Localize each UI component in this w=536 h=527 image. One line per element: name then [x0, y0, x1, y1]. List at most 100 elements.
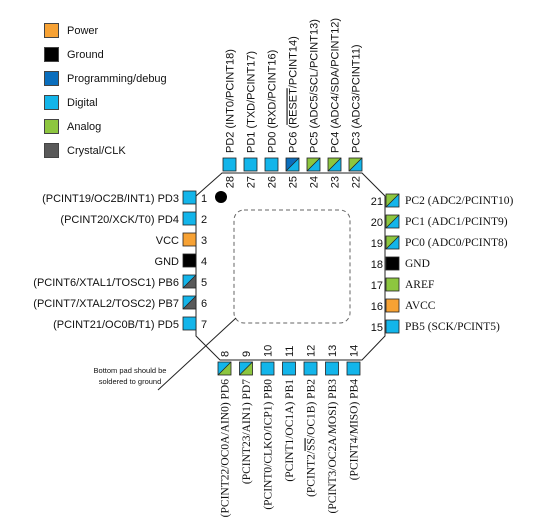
pin-number: 10	[263, 345, 275, 357]
overline-signal: RESET	[288, 88, 300, 125]
pin-number: 13	[327, 345, 339, 357]
overline-signal: SS	[306, 438, 318, 451]
pin-6: 6 (PCINT7/XTAL2/TOSC2) PB7	[33, 295, 207, 310]
pin-number: 3	[201, 235, 207, 247]
pin-12: 12 (PCINT2/SS/OC1B) PB2	[303, 345, 318, 497]
pin-5: 5 (PCINT6/XTAL1/TOSC1) PB6	[33, 274, 207, 289]
legend-label-analog: Analog	[67, 121, 101, 133]
pin-number: 5	[201, 277, 207, 289]
pin-22: 22 PC3 (ADC3/PCINT11)	[348, 44, 363, 188]
pin-label: (PCINT19/OC2B/INT1) PD3	[42, 193, 179, 205]
legend-label-ground: Ground	[67, 49, 104, 61]
legend: Power Ground Programming/debug Digital Analo…	[44, 23, 167, 158]
pin-number: 14	[349, 345, 361, 357]
pin-15: 15 PB5 (SCK/PCINT5)	[371, 319, 500, 334]
pin-label: PC4 (ADC4/SDA/PCINT12)	[330, 18, 342, 153]
legend-item-programming: Programming/debug	[44, 71, 167, 86]
legend-swatch-programming	[44, 71, 59, 86]
pin-label: VCC	[156, 235, 179, 247]
note-line-1: Bottom pad should be	[94, 366, 167, 375]
pin-pad-digital	[260, 361, 275, 376]
pin-label: PC5 (ADC5/SCL/PCINT13)	[309, 19, 321, 153]
pin-label: GND	[155, 256, 180, 268]
pin-number: 11	[284, 346, 296, 357]
pin-pad-digital	[325, 361, 339, 376]
pin-label: PD0 (RXD/PCINT16)	[267, 50, 279, 153]
legend-label-crystal: Crystal/CLK	[67, 145, 126, 157]
pinout-diagram: Power Ground Programming/debug Digital Analo…	[33, 18, 513, 518]
legend-item-digital: Digital	[44, 95, 98, 110]
pin-label: (PCINT22/OC0A/AIN0) PD6	[220, 379, 232, 518]
pin-label: (PCINT1/OC1A) PB1	[284, 379, 296, 482]
legend-item-analog: Analog	[44, 119, 101, 134]
legend-swatch-ground	[44, 47, 59, 62]
pin-label: PD2 (INT0/PCINT18)	[225, 49, 237, 153]
pin-number: 15	[371, 322, 383, 334]
pin-number: 25	[288, 176, 300, 188]
pin-label: PC1 (ADC1/PCINT9)	[405, 216, 508, 228]
pin-label: (PCINT21/OC0B/T1) PD5	[53, 319, 179, 331]
pin-number: 6	[201, 298, 207, 310]
pin-23: 23 PC4 (ADC4/SDA/PCINT12)	[327, 18, 342, 188]
pin-pad-digital	[282, 361, 296, 376]
pin-label: (PCINT7/XTAL2/TOSC2) PB7	[33, 298, 179, 310]
pin-9: 9 (PCINT23/AIN1) PD7	[239, 351, 253, 484]
pin-number: 24	[309, 176, 321, 188]
legend-label-power: Power	[67, 25, 99, 37]
pin-24: 24 PC5 (ADC5/SCL/PCINT13)	[306, 19, 321, 188]
pin-number: 4	[201, 256, 207, 268]
pin-number: 17	[371, 280, 383, 292]
note-line-2: soldered to ground	[99, 377, 162, 386]
legend-item-ground: Ground	[44, 47, 104, 62]
pin-number: 20	[371, 217, 383, 229]
pin-pad-digital	[182, 316, 197, 331]
pin-label: AREF	[405, 279, 434, 291]
pin-label: PC6 (RESET/PCINT14)	[288, 36, 300, 153]
pin-label: (PCINT6/XTAL1/TOSC1) PB6	[33, 277, 179, 289]
pin-number: 26	[267, 176, 279, 188]
pin-label: PC0 (ADC0/PCINT8)	[405, 237, 508, 249]
pin-label: (PCINT23/AIN1) PD7	[241, 379, 253, 484]
pin-pad-digital	[303, 361, 318, 376]
legend-item-crystal: Crystal/CLK	[44, 143, 126, 158]
pin-number: 7	[201, 319, 207, 331]
pin-27: 27 PD1 (TXD/PCINT17)	[243, 51, 258, 188]
pin-11: 11 (PCINT1/OC1A) PB1	[282, 346, 296, 482]
pin-number: 9	[241, 351, 253, 357]
pin-2: 2 (PCINT20/XCK/T0) PD4	[60, 211, 207, 226]
pin-pad-digital	[222, 157, 237, 172]
pin-pad-power	[385, 298, 400, 313]
pin-label: PC2 (ADC2/PCINT10)	[405, 195, 513, 207]
pin-label: (PCINT20/XCK/T0) PD4	[60, 214, 179, 226]
pin-1: 1 (PCINT19/OC2B/INT1) PD3	[42, 190, 207, 205]
pin-20: 20 PC1 (ADC1/PCINT9)	[371, 214, 508, 229]
legend-swatch-crystal	[44, 143, 59, 158]
legend-swatch-power	[44, 23, 59, 38]
pin-pad-analog	[385, 277, 400, 292]
pin-pad-digital	[182, 190, 197, 205]
pin-number: 19	[371, 238, 383, 250]
pin-label: (PCINT2/SS/OC1B) PB2	[306, 379, 318, 497]
pin-label: (PCINT4/MISO) PB4	[349, 379, 361, 481]
pin-pad-ground	[182, 253, 197, 268]
pin-17: 17 AREF	[371, 277, 434, 292]
pin-8: 8 (PCINT22/OC0A/AIN0) PD6	[217, 351, 232, 518]
legend-swatch-digital	[44, 95, 59, 110]
pin-number: 1	[201, 193, 207, 205]
pin-label: PB5 (SCK/PCINT5)	[405, 321, 500, 333]
pin-number: 16	[371, 301, 383, 313]
pin-number: 27	[246, 176, 258, 188]
pin-pad-digital	[264, 157, 279, 172]
pin-16: 16 AVCC	[371, 298, 436, 313]
pin-number: 8	[220, 351, 232, 357]
pin-pad-digital	[385, 319, 400, 334]
pin-19: 19 PC0 (ADC0/PCINT8)	[371, 235, 508, 250]
pin-18: 18 GND	[371, 256, 430, 271]
pin-label: PC3 (ADC3/PCINT11)	[351, 44, 363, 153]
legend-item-power: Power	[44, 23, 99, 38]
legend-label-programming: Programming/debug	[67, 73, 167, 85]
pin-label: (PCINT3/OC2A/MOSI) PB3	[327, 379, 339, 514]
pin-pad-digital	[346, 361, 361, 376]
pin-number: 2	[201, 214, 207, 226]
pin-label: AVCC	[405, 300, 436, 312]
